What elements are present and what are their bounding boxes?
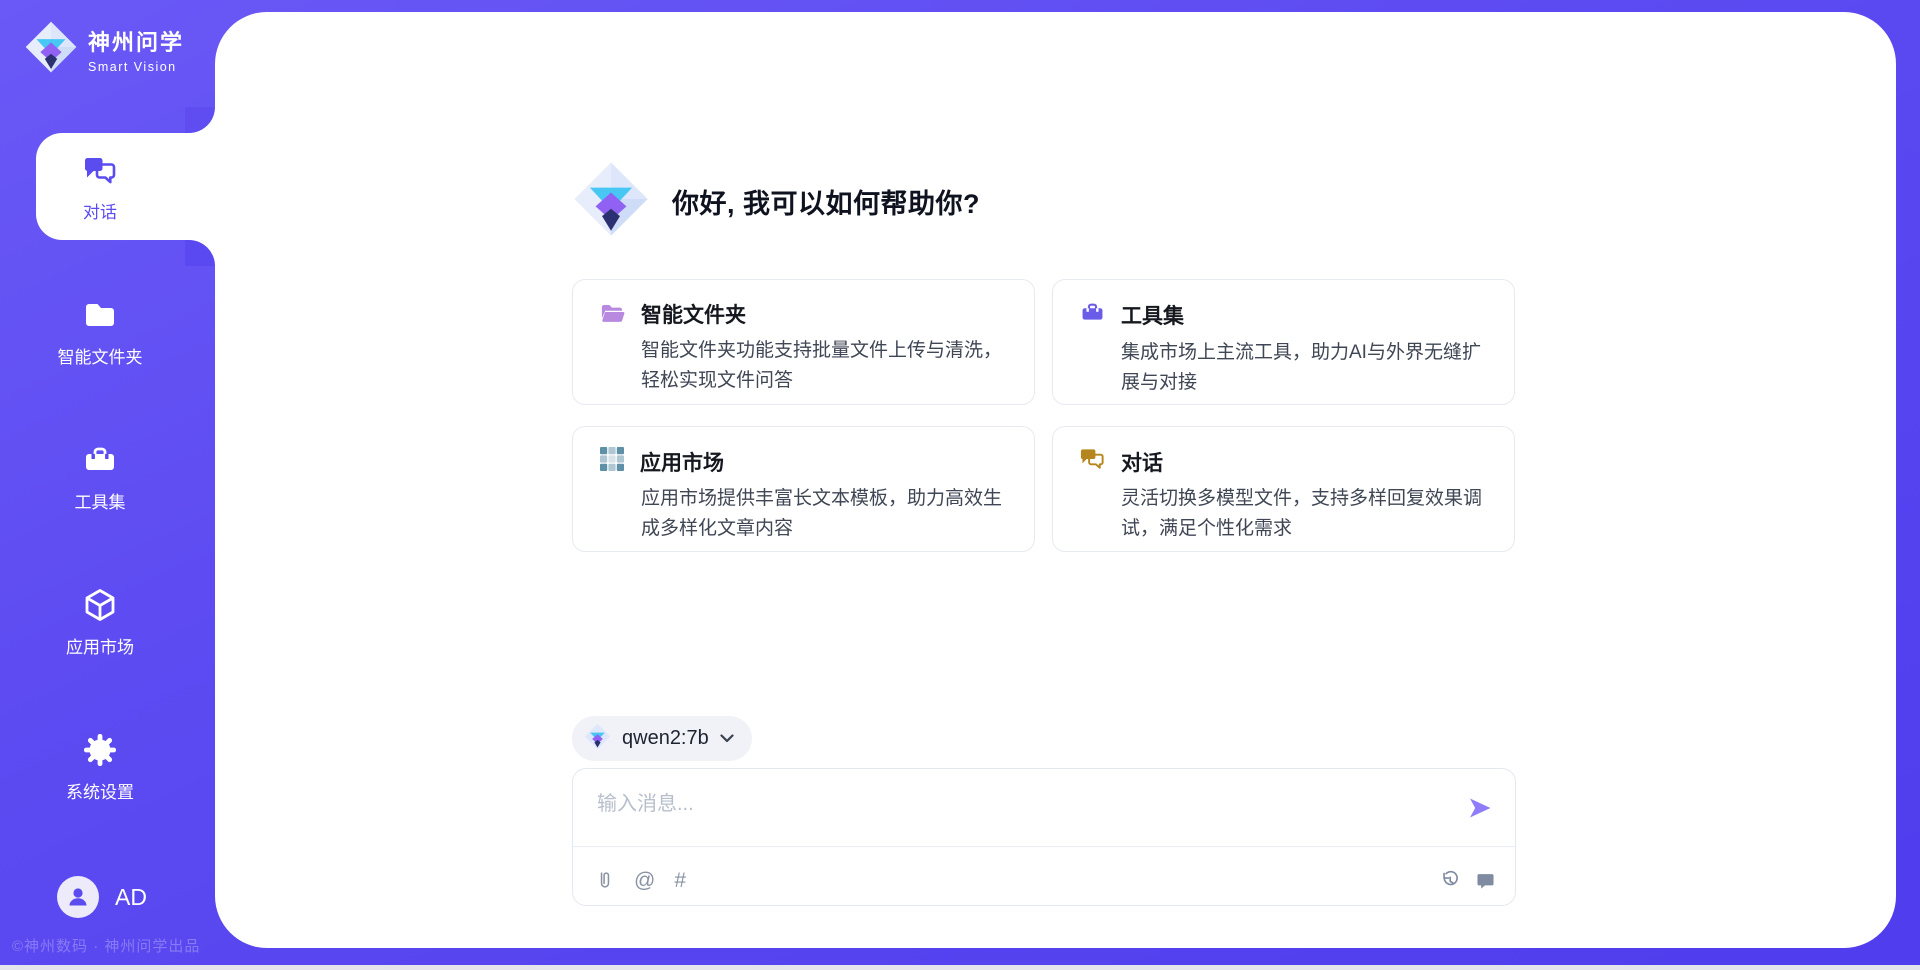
- sidebar-item-toolset[interactable]: 工具集: [0, 423, 200, 530]
- sidebar-item-smart-folder[interactable]: 智能文件夹: [0, 278, 200, 385]
- sidebar-item-settings[interactable]: 系统设置: [0, 713, 200, 820]
- card-smart-folder[interactable]: 智能文件夹 智能文件夹功能支持批量文件上传与清洗，轻松实现文件问答: [572, 279, 1035, 405]
- card-description: 应用市场提供丰富长文本模板，助力高效生成多样化文章内容: [641, 484, 1008, 544]
- copyright-text: ©神州数码 · 神州问学出品: [12, 935, 200, 956]
- composer-divider: [573, 846, 1515, 847]
- toolbox-icon: [81, 441, 119, 479]
- card-description: 集成市场上主流工具，助力AI与外界无缝扩展与对接: [1121, 338, 1488, 398]
- brand-subtitle: Smart Vision: [88, 60, 184, 74]
- greeting-block: 你好, 我可以如何帮助你?: [572, 160, 980, 243]
- user-profile[interactable]: AD: [57, 876, 147, 918]
- toolbox-icon: [1079, 299, 1106, 331]
- card-title: 对话: [1121, 447, 1163, 477]
- sidebar-item-label: 应用市场: [66, 633, 134, 658]
- card-description: 灵活切换多模型文件，支持多样回复效果调试，满足个性化需求: [1121, 484, 1488, 544]
- card-toolset[interactable]: 工具集 集成市场上主流工具，助力AI与外界无缝扩展与对接: [1052, 279, 1515, 405]
- message-input[interactable]: 输入消息...: [597, 787, 694, 816]
- main-panel: 你好, 我可以如何帮助你? 智能文件夹 智能文件夹功能支持批量文件上传与清洗，轻…: [215, 12, 1896, 948]
- history-icon[interactable]: [1439, 870, 1461, 892]
- attachment-icon[interactable]: [595, 868, 615, 892]
- chevron-down-icon: [720, 730, 734, 748]
- message-composer[interactable]: 输入消息... @ #: [572, 768, 1516, 906]
- chat-square-icon[interactable]: [1476, 872, 1495, 891]
- feature-cards: 智能文件夹 智能文件夹功能支持批量文件上传与清洗，轻松实现文件问答 工具集 集成…: [572, 279, 1515, 552]
- assistant-diamond-icon: [572, 160, 650, 243]
- window-bottom-edge: [0, 965, 1920, 970]
- model-selector[interactable]: qwen2:7b: [572, 716, 752, 761]
- apps-grid-icon: [599, 446, 625, 477]
- brand-name: 神州问学: [88, 25, 184, 57]
- greeting-title: 你好, 我可以如何帮助你?: [672, 182, 980, 221]
- sidebar-nav: 对话 智能文件夹 工具集: [0, 133, 215, 858]
- mention-icon[interactable]: @: [634, 870, 655, 891]
- cube-icon: [81, 586, 119, 624]
- chat-bubbles-icon: [81, 151, 119, 189]
- sidebar-item-label: 智能文件夹: [58, 343, 143, 368]
- avatar: [57, 876, 99, 918]
- card-app-market[interactable]: 应用市场 应用市场提供丰富长文本模板，助力高效生成多样化文章内容: [572, 426, 1035, 552]
- user-initials: AD: [115, 884, 147, 911]
- folder-open-icon: [599, 300, 626, 329]
- sidebar-item-label: 对话: [83, 198, 117, 223]
- folder-icon: [81, 296, 119, 334]
- sidebar-item-label: 工具集: [75, 488, 126, 513]
- brand-logo: 神州问学 Smart Vision: [24, 20, 184, 79]
- model-diamond-icon: [584, 723, 611, 755]
- sidebar-item-app-market[interactable]: 应用市场: [0, 568, 200, 675]
- chat-bubbles-icon: [1079, 446, 1106, 477]
- sidebar-item-chat[interactable]: 对话: [0, 133, 200, 240]
- card-title: 工具集: [1121, 300, 1184, 330]
- gear-icon: [81, 731, 119, 769]
- card-title: 应用市场: [640, 447, 724, 477]
- card-title: 智能文件夹: [641, 299, 746, 329]
- model-name: qwen2:7b: [622, 727, 709, 750]
- card-chat[interactable]: 对话 灵活切换多模型文件，支持多样回复效果调试，满足个性化需求: [1052, 426, 1515, 552]
- hash-icon[interactable]: #: [674, 870, 686, 891]
- card-description: 智能文件夹功能支持批量文件上传与清洗，轻松实现文件问答: [641, 336, 1008, 396]
- brand-diamond-icon: [24, 20, 78, 79]
- send-icon[interactable]: [1467, 795, 1493, 826]
- sidebar-item-label: 系统设置: [66, 778, 134, 803]
- sidebar: 神州问学 Smart Vision 对话 智能文件夹: [0, 0, 215, 970]
